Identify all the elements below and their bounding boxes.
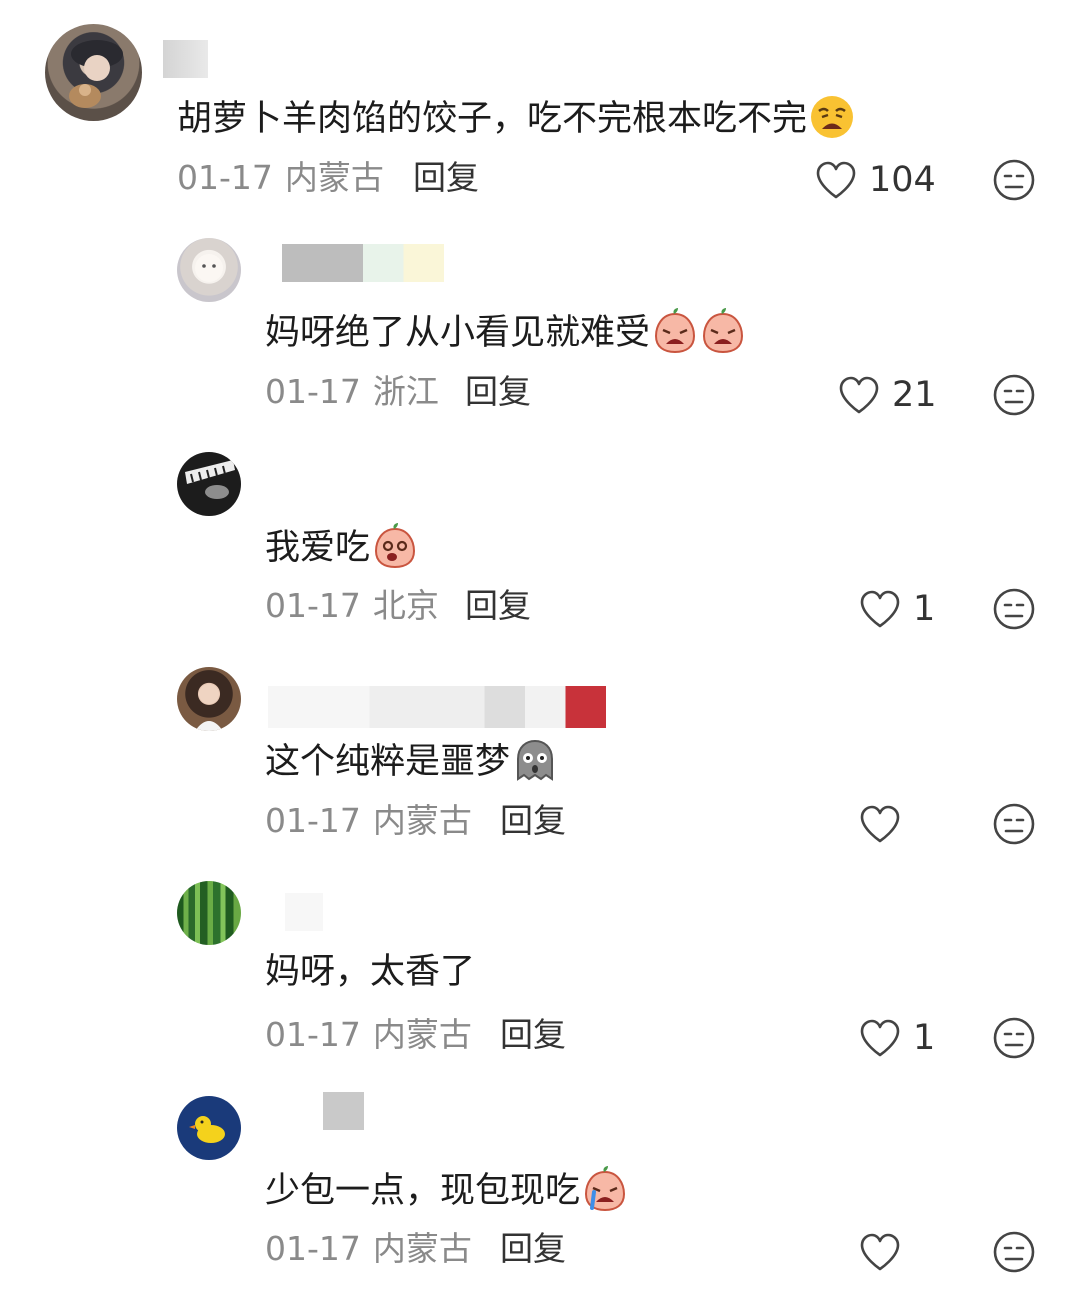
comment-text: 妈呀绝了从小看见就难受 <box>265 306 746 355</box>
comment-date: 01-17 <box>265 372 361 411</box>
username-blurred[interactable] <box>268 686 606 728</box>
like-count: 1 <box>913 589 936 629</box>
crying-peach-icon <box>585 1166 626 1212</box>
reply-button[interactable]: 回复 <box>500 801 566 841</box>
username-blurred[interactable] <box>282 244 444 282</box>
comment-meta: 01-17 内蒙古 <box>265 1015 472 1055</box>
neutral-face-icon <box>993 803 1035 845</box>
comment-meta: 01-17 内蒙古 <box>177 158 384 198</box>
reply-button[interactable]: 回复 <box>500 1229 566 1269</box>
comment-region: 内蒙古 <box>372 1015 472 1054</box>
weary-face-icon <box>811 96 854 138</box>
comment-meta: 01-17 北京 <box>265 586 439 626</box>
comment-text: 少包一点，现包现吃 <box>265 1164 628 1213</box>
comment-region: 北京 <box>372 586 439 625</box>
comment-meta: 01-17 浙江 <box>265 372 439 412</box>
heart-icon <box>839 376 879 414</box>
avatar[interactable] <box>45 24 142 121</box>
username-blurred[interactable] <box>163 40 208 78</box>
heart-icon <box>816 161 856 199</box>
dislike-button[interactable] <box>992 802 1036 846</box>
neutral-face-icon <box>993 159 1035 201</box>
comment-date: 01-17 <box>265 586 361 625</box>
crying-peach-icon <box>703 308 744 354</box>
heart-icon <box>860 1233 900 1271</box>
comment-date: 01-17 <box>177 158 273 197</box>
scared-ghost-icon <box>517 739 554 781</box>
comment-date: 01-17 <box>265 1229 361 1268</box>
dislike-button[interactable] <box>992 1016 1036 1060</box>
neutral-face-icon <box>993 374 1035 416</box>
dislike-button[interactable] <box>992 158 1036 202</box>
comment-region: 内蒙古 <box>284 158 384 197</box>
reply-button[interactable]: 回复 <box>465 586 531 626</box>
neutral-face-icon <box>993 1231 1035 1273</box>
dislike-button[interactable] <box>992 1230 1036 1274</box>
avatar[interactable] <box>177 881 241 945</box>
avatar[interactable] <box>177 1096 241 1160</box>
avatar[interactable] <box>177 667 241 731</box>
neutral-face-icon <box>993 588 1035 630</box>
reply-button[interactable]: 回复 <box>465 372 531 412</box>
comment-date: 01-17 <box>265 801 361 840</box>
comment-text: 我爱吃 <box>265 521 418 570</box>
crying-peach-icon <box>655 308 696 354</box>
dislike-button[interactable] <box>992 587 1036 631</box>
username-blurred[interactable] <box>323 1092 364 1130</box>
like-count: 21 <box>892 375 937 415</box>
like-button[interactable]: 1 <box>859 587 939 631</box>
like-button[interactable] <box>859 802 909 846</box>
avatar[interactable] <box>177 452 241 516</box>
reply-button[interactable]: 回复 <box>500 1015 566 1055</box>
comment-meta: 01-17 内蒙古 <box>265 801 472 841</box>
comment-region: 浙江 <box>372 372 439 411</box>
like-count: 1 <box>913 1018 936 1058</box>
avatar[interactable] <box>177 238 241 302</box>
comment-meta: 01-17 内蒙古 <box>265 1229 472 1269</box>
like-button[interactable] <box>859 1230 909 1274</box>
neutral-face-icon <box>993 1017 1035 1059</box>
like-button[interactable]: 21 <box>838 373 938 417</box>
comment-text: 胡萝卜羊肉馅的饺子，吃不完根本吃不完 <box>177 94 855 141</box>
comment-text: 这个纯粹是噩梦 <box>265 735 558 784</box>
username-blurred[interactable] <box>285 893 323 931</box>
surprised-peach-icon <box>375 523 416 569</box>
like-count: 104 <box>869 160 936 200</box>
like-button[interactable]: 1 <box>859 1016 939 1060</box>
comment-region: 内蒙古 <box>372 1229 472 1268</box>
like-button[interactable]: 104 <box>815 158 936 202</box>
reply-button[interactable]: 回复 <box>413 158 479 198</box>
comment-text: 妈呀，太香了 <box>265 952 476 992</box>
comment-date: 01-17 <box>265 1015 361 1054</box>
heart-icon <box>860 1019 900 1057</box>
heart-icon <box>860 805 900 843</box>
comment-region: 内蒙古 <box>372 801 472 840</box>
heart-icon <box>860 590 900 628</box>
dislike-button[interactable] <box>992 373 1036 417</box>
